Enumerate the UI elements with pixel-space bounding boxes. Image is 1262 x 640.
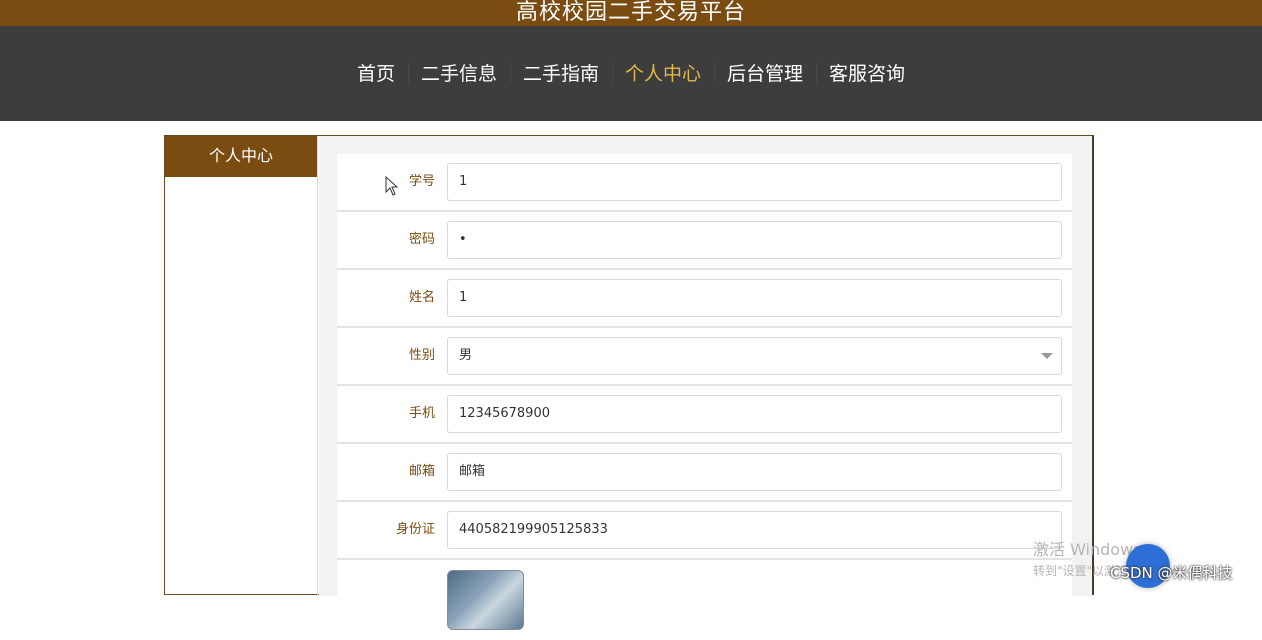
name-input[interactable]: 1 — [447, 279, 1062, 317]
form-row-avatar — [337, 560, 1072, 640]
mouse-cursor-icon — [385, 176, 399, 196]
profile-form-area: 学号 1 密码 • 姓名 1 性别 男 手机 12345678900 邮箱 邮箱… — [319, 136, 1092, 640]
form-row-name: 姓名 1 — [337, 270, 1072, 328]
email-input[interactable]: 邮箱 — [447, 453, 1062, 491]
password-input[interactable]: • — [447, 221, 1062, 259]
form-row-password: 密码 • — [337, 212, 1072, 270]
avatar-image[interactable] — [447, 570, 524, 630]
student-id-input[interactable]: 1 — [447, 163, 1062, 201]
site-title: 高校校园二手交易平台 — [515, 0, 746, 25]
form-row-id-card: 身份证 440582199905125833 — [337, 502, 1072, 560]
nav-list: 首页 二手信息 二手指南 个人中心 后台管理 客服咨询 — [0, 59, 1262, 86]
csdn-credit: CSDN @米偶科技 — [1110, 564, 1233, 582]
password-label: 密码 — [408, 232, 435, 247]
name-label: 姓名 — [408, 290, 435, 305]
nav-item-personal-center[interactable]: 个人中心 — [612, 59, 714, 86]
id-card-input[interactable]: 440582199905125833 — [447, 511, 1062, 549]
nav-item-customer-service[interactable]: 客服咨询 — [816, 59, 918, 86]
form-row-email: 邮箱 邮箱 — [337, 444, 1072, 502]
side-menu-title[interactable]: 个人中心 — [165, 136, 317, 177]
email-label: 邮箱 — [408, 464, 435, 479]
nav-item-secondhand-guide[interactable]: 二手指南 — [509, 59, 612, 86]
nav-item-secondhand-info[interactable]: 二手信息 — [407, 59, 510, 86]
content-panel: 个人中心 学号 1 密码 • 姓名 1 性别 男 手机 12345678900 … — [164, 135, 1094, 640]
phone-input[interactable]: 12345678900 — [447, 395, 1062, 433]
windows-activation-watermark: 激活 Windows — [1033, 540, 1142, 559]
chevron-down-icon — [1041, 353, 1053, 359]
form-row-gender: 性别 男 — [337, 328, 1072, 386]
gender-select[interactable]: 男 — [447, 337, 1062, 375]
phone-label: 手机 — [408, 406, 435, 421]
nav-item-home[interactable]: 首页 — [344, 59, 408, 86]
form-row-phone: 手机 12345678900 — [337, 386, 1072, 444]
gender-label: 性别 — [408, 348, 435, 363]
title-bar: 高校校园二手交易平台 — [0, 0, 1262, 26]
main-nav: 首页 二手信息 二手指南 个人中心 后台管理 客服咨询 — [0, 26, 1262, 121]
id-card-label: 身份证 — [395, 522, 435, 537]
side-menu: 个人中心 — [165, 136, 318, 596]
profile-form: 学号 1 密码 • 姓名 1 性别 男 手机 12345678900 邮箱 邮箱… — [337, 154, 1072, 640]
gender-selected-value: 男 — [459, 348, 473, 363]
nav-item-admin[interactable]: 后台管理 — [714, 59, 816, 86]
form-row-student-id: 学号 1 — [337, 154, 1072, 212]
